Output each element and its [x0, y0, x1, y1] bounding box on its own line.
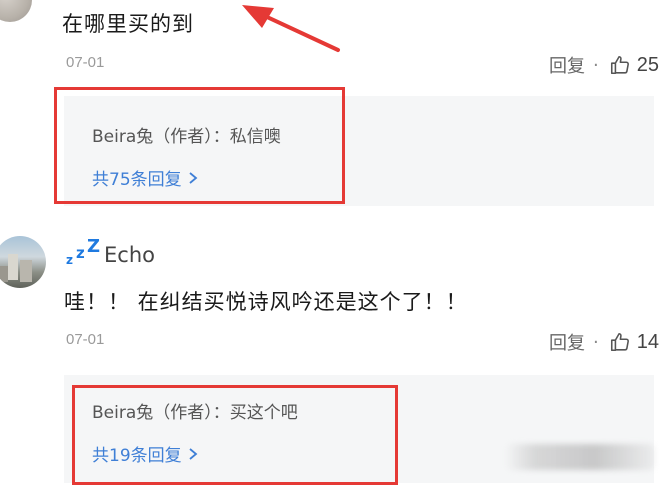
like-count: 14 [636, 330, 659, 353]
avatar[interactable] [0, 236, 46, 288]
reply-button[interactable]: 回复 [549, 329, 585, 355]
sleep-zzz-icon: z z Z [66, 236, 101, 267]
username-row[interactable]: z z Z Echo [64, 238, 155, 268]
separator-dot: · [593, 54, 599, 76]
comment-date: 07-01 [66, 331, 105, 348]
comment-date: 07-01 [66, 54, 105, 71]
comment-text: 哇！！ 在纠结买悦诗风吟还是这个了！！ [64, 290, 468, 314]
avatar[interactable] [0, 0, 32, 22]
comment-actions: 回复 · 25 [549, 52, 659, 78]
comment-section: 在哪里买的到 07-01 回复 · 25 Beira兔（作者）：私信噢 共75条… [0, 0, 671, 499]
thumbs-up-icon[interactable] [609, 54, 631, 76]
comment-actions: 回复 · 14 [549, 329, 659, 355]
highlight-frame [72, 385, 398, 485]
separator-dot: · [593, 331, 599, 353]
reply-button[interactable]: 回复 [549, 52, 585, 78]
comment-text: 在哪里买的到 [62, 12, 194, 36]
thumbs-up-icon[interactable] [609, 331, 631, 353]
highlight-frame [54, 87, 345, 204]
watermark-blur [505, 444, 655, 470]
arrow-annotation [242, 5, 340, 52]
username[interactable]: Echo [104, 242, 155, 268]
like-count: 25 [636, 53, 659, 76]
